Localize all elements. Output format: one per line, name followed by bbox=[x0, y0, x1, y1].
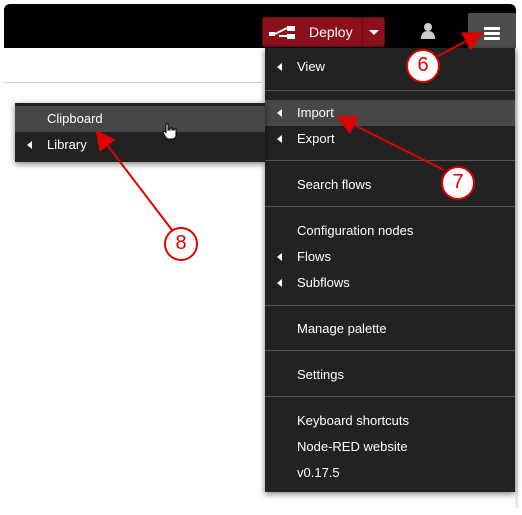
callout-8-arrow bbox=[95, 129, 173, 231]
callout-8-label: 8 bbox=[175, 232, 187, 254]
callout-7-label: 7 bbox=[452, 171, 464, 193]
callout-6-arrow bbox=[437, 32, 484, 57]
callout-6-label: 6 bbox=[417, 54, 429, 76]
annotation-layer bbox=[95, 32, 484, 261]
callout-7-arrow bbox=[336, 116, 445, 171]
